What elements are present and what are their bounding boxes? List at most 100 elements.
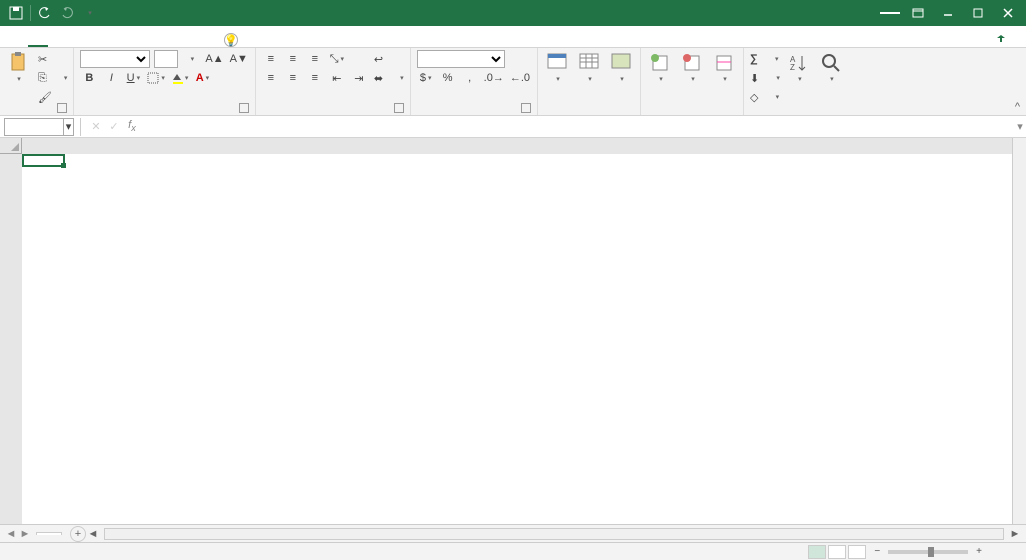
format-as-table-button[interactable]	[576, 50, 602, 86]
expand-formula-bar-icon[interactable]: ▾	[1014, 120, 1026, 133]
minimize-icon[interactable]	[936, 1, 960, 25]
name-box-dropdown[interactable]: ▾	[64, 118, 74, 136]
tab-review[interactable]	[128, 39, 148, 47]
collapse-ribbon-icon[interactable]: ^	[1015, 101, 1020, 113]
formula-bar: ▾ ✕ ✓ fx ▾	[0, 116, 1026, 138]
signin-button[interactable]	[880, 12, 900, 14]
sheet-tab-1[interactable]	[36, 532, 62, 535]
enter-formula-icon[interactable]: ✓	[105, 118, 123, 136]
conditional-formatting-button[interactable]	[544, 50, 570, 86]
cancel-formula-icon[interactable]: ✕	[87, 118, 105, 136]
group-font: A▲ A▼ B I U A	[74, 48, 255, 115]
add-sheet-button[interactable]: +	[70, 526, 86, 542]
wrap-text-button[interactable]: ↩	[374, 50, 404, 68]
font-size-dropdown[interactable]	[182, 50, 200, 68]
bold-button[interactable]: B	[80, 69, 98, 87]
hscroll-right-icon[interactable]: ►	[1008, 527, 1022, 541]
tab-help[interactable]	[168, 39, 188, 47]
decrease-decimal-icon[interactable]: ←.0	[509, 69, 531, 87]
cell-area[interactable]	[22, 154, 1012, 524]
paste-button[interactable]: ▾	[6, 50, 32, 86]
autosum-button[interactable]: ∑	[750, 50, 780, 68]
clear-button[interactable]: ◇	[750, 88, 780, 106]
font-dialog-launcher[interactable]	[239, 103, 249, 113]
insert-cells-button[interactable]	[647, 50, 673, 86]
align-top-icon[interactable]: ≡	[262, 50, 280, 68]
brush-icon: 🖌	[38, 91, 52, 104]
tab-page-layout[interactable]	[68, 39, 88, 47]
tell-me-search[interactable]: 💡	[208, 33, 988, 47]
tab-formulas[interactable]	[88, 39, 108, 47]
decrease-indent-icon[interactable]: ⇤	[328, 69, 346, 87]
group-editing: ∑ ⬇ ◇ AZ	[744, 48, 850, 115]
tab-insert[interactable]	[48, 39, 68, 47]
close-icon[interactable]	[996, 1, 1020, 25]
active-cell-selection	[22, 154, 65, 167]
align-left-icon[interactable]: ≡	[262, 69, 280, 87]
tab-acrobat[interactable]	[188, 39, 208, 47]
hscroll-left-icon[interactable]: ◄	[86, 527, 100, 541]
increase-decimal-icon[interactable]: .0→	[483, 69, 505, 87]
font-size-input[interactable]	[154, 50, 178, 68]
align-middle-icon[interactable]: ≡	[284, 50, 302, 68]
find-select-button[interactable]	[818, 50, 844, 86]
number-format-select[interactable]	[417, 50, 505, 68]
formula-input[interactable]	[141, 118, 1014, 136]
number-dialog-launcher[interactable]	[521, 103, 531, 113]
group-label-clipboard	[6, 113, 67, 115]
font-color-button[interactable]: A	[193, 69, 211, 87]
wrap-icon: ↩	[374, 53, 383, 66]
save-icon[interactable]	[6, 3, 26, 23]
format-cells-button[interactable]	[711, 50, 737, 86]
align-bottom-icon[interactable]: ≡	[306, 50, 324, 68]
qat-customize-icon[interactable]	[79, 3, 99, 23]
italic-button[interactable]: I	[102, 69, 120, 87]
select-all-corner[interactable]	[0, 138, 22, 154]
increase-indent-icon[interactable]: ⇥	[350, 69, 368, 87]
sort-filter-button[interactable]: AZ	[786, 50, 812, 86]
group-styles	[538, 48, 641, 115]
delete-cells-button[interactable]	[679, 50, 705, 86]
percent-format-icon[interactable]: %	[439, 69, 457, 87]
name-box[interactable]	[4, 118, 64, 136]
alignment-dialog-launcher[interactable]	[394, 103, 404, 113]
maximize-icon[interactable]	[966, 1, 990, 25]
group-label-alignment	[262, 113, 404, 115]
ribbon-display-icon[interactable]	[906, 1, 930, 25]
underline-button[interactable]: U	[124, 69, 142, 87]
fill-color-button[interactable]	[170, 69, 190, 87]
orientation-icon[interactable]: ⤡	[328, 50, 346, 68]
fill-button[interactable]: ⬇	[750, 69, 780, 87]
decrease-font-icon[interactable]: A▼	[229, 50, 249, 68]
eraser-icon: ◇	[750, 91, 758, 104]
lightbulb-icon: 💡	[224, 33, 238, 47]
copy-button[interactable]: ⎘	[38, 69, 67, 87]
cell-styles-button[interactable]	[608, 50, 634, 86]
tab-data[interactable]	[108, 39, 128, 47]
vertical-scrollbar[interactable]	[1012, 138, 1026, 524]
insert-function-icon[interactable]: fx	[123, 118, 141, 136]
sheet-nav-next-icon[interactable]: ►	[18, 527, 32, 541]
borders-button[interactable]	[146, 69, 166, 87]
cut-button[interactable]: ✂	[38, 50, 67, 68]
window-controls	[880, 1, 1026, 25]
merge-center-button[interactable]: ⬌	[374, 69, 404, 87]
share-button[interactable]	[988, 33, 1018, 47]
font-name-select[interactable]	[80, 50, 150, 68]
svg-text:Z: Z	[790, 63, 795, 72]
tab-view[interactable]	[148, 39, 168, 47]
comma-format-icon[interactable]: ,	[461, 69, 479, 87]
align-center-icon[interactable]: ≡	[284, 69, 302, 87]
tab-file[interactable]	[8, 39, 28, 47]
group-label-number	[417, 113, 531, 115]
redo-icon[interactable]	[57, 3, 77, 23]
increase-font-icon[interactable]: A▲	[204, 50, 224, 68]
align-right-icon[interactable]: ≡	[306, 69, 324, 87]
horizontal-scrollbar[interactable]: ◄ ►	[86, 527, 1026, 541]
copy-icon: ⎘	[38, 72, 47, 85]
accounting-format-icon[interactable]: $	[417, 69, 435, 87]
sheet-nav-prev-icon[interactable]: ◄	[4, 527, 18, 541]
tab-home[interactable]	[28, 37, 48, 47]
undo-icon[interactable]	[35, 3, 55, 23]
clipboard-dialog-launcher[interactable]	[57, 103, 67, 113]
